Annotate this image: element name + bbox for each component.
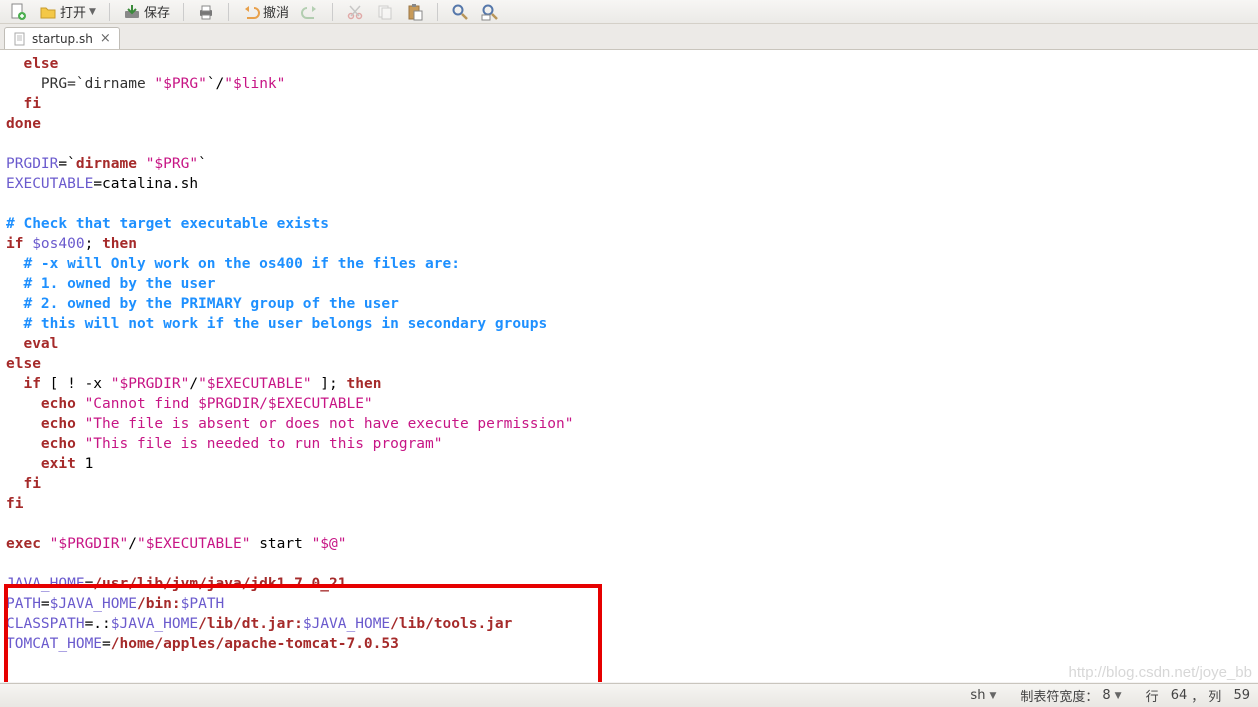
print-button[interactable]: [194, 2, 218, 22]
tab-startup-sh[interactable]: startup.sh ×: [4, 27, 120, 49]
code-editor[interactable]: else PRG=`dirname "$PRG"`/"$link" fi don…: [0, 50, 1258, 682]
dropdown-arrow-icon: ▼: [1115, 691, 1122, 701]
new-file-button[interactable]: [6, 2, 30, 22]
tab-filename: startup.sh: [32, 32, 93, 46]
status-cursor-position: 行 64，列 59: [1146, 686, 1250, 705]
paste-button[interactable]: [403, 2, 427, 22]
dropdown-arrow-icon: ▼: [989, 691, 996, 701]
open-label: 打开: [60, 2, 86, 21]
search-button[interactable]: [448, 2, 472, 22]
save-button[interactable]: 保存: [120, 1, 173, 22]
separator: [228, 3, 229, 21]
separator: [437, 3, 438, 21]
separator: [109, 3, 110, 21]
cut-button[interactable]: [343, 2, 367, 22]
file-icon: [13, 32, 27, 46]
status-bar: sh ▼ 制表符宽度：8 ▼ 行 64，列 59: [0, 683, 1258, 707]
code-content: else PRG=`dirname "$PRG"`/"$link" fi don…: [6, 54, 1252, 654]
separator: [332, 3, 333, 21]
status-language[interactable]: sh ▼: [970, 688, 996, 703]
dropdown-arrow-icon: ▼: [89, 7, 96, 17]
redo-button[interactable]: [298, 2, 322, 22]
save-label: 保存: [144, 2, 170, 21]
toolbar: 打开 ▼ 保存 撤消: [0, 0, 1258, 24]
tab-close-icon[interactable]: ×: [100, 31, 111, 46]
tab-bar: startup.sh ×: [0, 24, 1258, 50]
copy-button[interactable]: [373, 2, 397, 22]
status-tabwidth[interactable]: 制表符宽度：8 ▼: [1020, 686, 1121, 705]
undo-label: 撤消: [263, 2, 289, 21]
separator: [183, 3, 184, 21]
open-button[interactable]: 打开 ▼: [36, 1, 99, 22]
undo-button[interactable]: 撤消: [239, 1, 292, 22]
search-replace-button[interactable]: [478, 2, 502, 22]
